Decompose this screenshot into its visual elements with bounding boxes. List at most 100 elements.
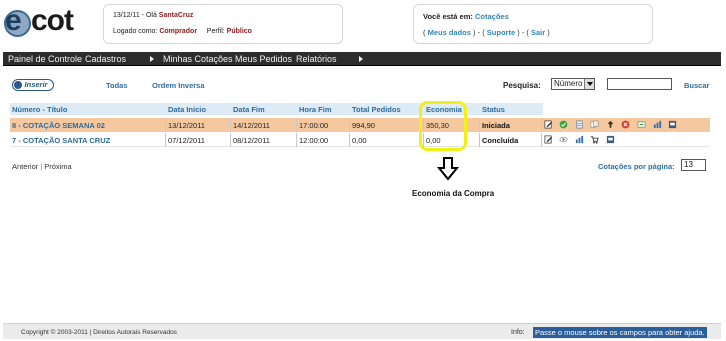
row-actions (544, 135, 644, 145)
end-date-cell: 08/12/2011 (233, 136, 270, 145)
status-cell: Iniciada (482, 121, 510, 130)
support-link[interactable]: Suporte (487, 28, 515, 37)
cancel-icon[interactable] (621, 120, 630, 129)
location-label: Você está em: (423, 12, 473, 21)
pin-icon[interactable] (606, 120, 615, 129)
date-greeting: 13/12/11 - Olá (113, 12, 157, 19)
insert-icon (14, 81, 22, 89)
account-links: ( Meus dados ) - ( Suporte ) - ( Sair ) (423, 28, 550, 37)
search-button[interactable]: Buscar (684, 81, 709, 90)
user-role-line: Logado como: Comprador Perfil: Público (113, 28, 252, 35)
user-name: SantaCruz (158, 12, 194, 19)
economy-caption: Economia da Compra (412, 189, 495, 198)
edit-icon[interactable] (544, 120, 553, 129)
col-header-end-date[interactable]: Data Fim (233, 105, 265, 114)
cell-divider (541, 133, 542, 147)
printer-icon[interactable] (668, 120, 677, 129)
document-icon[interactable] (575, 120, 584, 129)
start-date-cell: 13/12/2011 (168, 121, 205, 130)
menu-item-dashboard[interactable]: Painel de Controle (8, 53, 82, 65)
cell-divider (541, 118, 542, 132)
previous-page-link[interactable]: Anterior (12, 162, 38, 171)
col-header-total-orders[interactable]: Total Pedidos (352, 105, 401, 114)
footer: Copyright © 2003-2011 | Direitos Autorai… (3, 323, 721, 339)
quotation-title-link[interactable]: 8 - COTAÇÃO SEMANA 02 (12, 121, 105, 130)
logo-cot: cot (31, 4, 74, 37)
search-input[interactable] (607, 78, 672, 90)
cell-divider (296, 133, 297, 147)
cart-icon[interactable] (590, 135, 599, 144)
cell-divider (230, 133, 231, 147)
arrow-down-icon (437, 157, 459, 181)
check-icon[interactable] (559, 120, 568, 129)
cell-divider (296, 118, 297, 132)
col-header-end-time[interactable]: Hora Fim (299, 105, 332, 114)
col-header-status[interactable]: Status (482, 105, 505, 114)
info-label: Info: (511, 329, 525, 336)
insert-button[interactable]: Inserir (12, 79, 54, 91)
chart-icon[interactable] (575, 135, 584, 144)
filter-all-link[interactable]: Todas (106, 81, 128, 90)
user-greeting: 13/12/11 - Olá SantaCruz (113, 12, 193, 19)
link-separator-1: ) - ( (473, 28, 485, 37)
economy-highlight-ring (419, 101, 467, 151)
cell-divider (165, 133, 166, 147)
menu-item-reports[interactable]: Relatórios (296, 53, 337, 65)
logged-as-value: Comprador (159, 28, 198, 35)
view-icon[interactable] (559, 135, 568, 144)
submenu-arrow-icon (359, 56, 363, 62)
submenu-arrow-icon (150, 56, 154, 62)
quotation-title-link[interactable]: 7 - COTAÇÃO SANTA CRUZ (12, 136, 110, 145)
location-box: Você está em: Cotações ( Meus dados ) - … (413, 4, 653, 44)
my-data-link[interactable]: Meus dados (428, 28, 471, 37)
paren-open: ( (423, 28, 426, 37)
ecot-logo: e cot (4, 6, 88, 40)
main-menu-bar: Painel de Controle Cadastros Minhas Cota… (3, 52, 721, 66)
refresh-icon[interactable] (637, 120, 646, 129)
link-separator-2: ) - ( (517, 28, 529, 37)
profile-label: Perfil: (206, 28, 225, 35)
copyright-text: Copyright © 2003-2011 | Direitos Autorai… (21, 329, 177, 336)
cell-divider (349, 118, 350, 132)
chart-icon[interactable] (653, 120, 662, 129)
menu-item-my-orders[interactable]: Meus Pedidos (235, 53, 292, 65)
location-current: Cotações (474, 12, 509, 21)
breadcrumb: Você está em: Cotações (423, 12, 509, 21)
printer-icon[interactable] (606, 135, 615, 144)
pagination: Anterior | Próxima (12, 162, 72, 171)
start-date-cell: 07/12/2011 (168, 136, 205, 145)
col-header-number-title[interactable]: Número - Título (12, 105, 67, 114)
table-row: 8 - COTAÇÃO SEMANA 02 13/12/2011 14/12/2… (10, 118, 710, 132)
logged-as-label: Logado como: (113, 28, 158, 35)
end-date-cell: 14/12/2011 (233, 121, 270, 130)
menu-item-registrations[interactable]: Cadastros (85, 53, 126, 65)
exit-link[interactable]: Sair (531, 28, 545, 37)
cell-divider (479, 133, 480, 147)
edit-icon[interactable] (544, 135, 553, 144)
insert-label: Inserir (24, 80, 48, 89)
end-time-cell: 17:00:00 (299, 121, 329, 130)
status-cell: Concluída (482, 136, 519, 145)
copy-icon[interactable] (590, 120, 599, 129)
per-page-input[interactable]: 13 (681, 159, 706, 171)
cell-divider (165, 118, 166, 132)
total-orders-cell: 0,00 (352, 136, 367, 145)
table-row: 7 - COTAÇÃO SANTA CRUZ 07/12/2011 08/12/… (10, 133, 710, 147)
cell-divider (349, 133, 350, 147)
reverse-order-link[interactable]: Ordem Inversa (152, 81, 205, 90)
user-info-box: 13/12/11 - Olá SantaCruz Logado como: Co… (103, 4, 343, 44)
profile-value: Público (226, 28, 252, 35)
chevron-down-icon (584, 79, 594, 89)
col-header-start-date[interactable]: Data Início (168, 105, 206, 114)
next-page-link[interactable]: Próxima (44, 162, 72, 171)
per-page-label: Cotações por página: (598, 162, 675, 171)
paren-close: ) (547, 28, 550, 37)
total-orders-cell: 994,90 (352, 121, 375, 130)
end-time-cell: 12:00:00 (299, 136, 329, 145)
row-actions (544, 120, 704, 130)
help-info-text: Passe o mouse sobre os campos para obter… (533, 327, 707, 338)
menu-item-my-quotations[interactable]: Minhas Cotações (163, 53, 233, 65)
logo-e: e (5, 4, 22, 37)
search-select-value: Número (554, 79, 583, 88)
search-field-select[interactable]: Número (551, 78, 595, 90)
